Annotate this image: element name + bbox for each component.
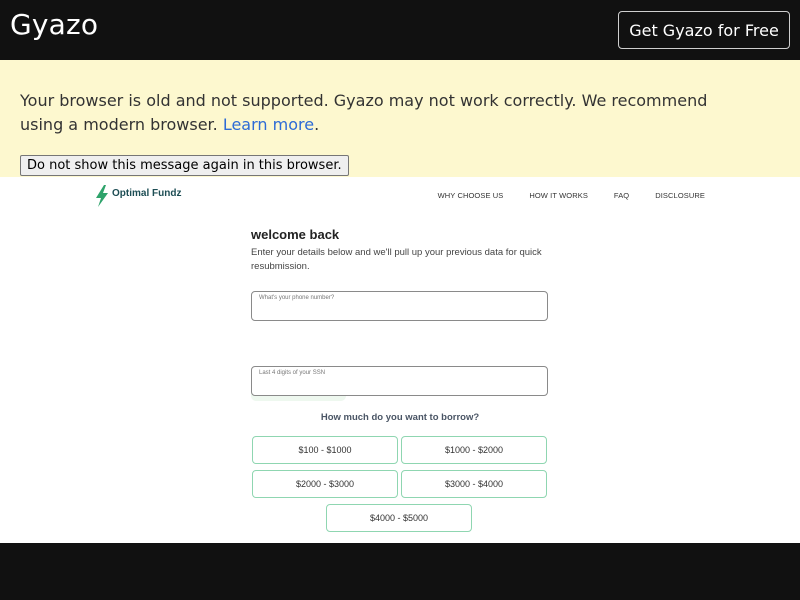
browser-warning-text: Your browser is old and not supported. G… <box>20 91 708 134</box>
gyazo-logo[interactable]: Gyazo <box>10 8 98 41</box>
amount-option-3000-4000: $3000 - $4000 <box>401 470 547 498</box>
ssn-placeholder: Last 4 digits of your SSN <box>259 370 326 376</box>
borrow-question: How much do you want to borrow? <box>320 412 480 423</box>
welcome-form: welcome back Enter your details below an… <box>251 227 549 532</box>
dismiss-warning-button[interactable]: Do not show this message again in this b… <box>20 155 349 176</box>
form-title: welcome back <box>251 227 340 242</box>
amount-option-2000-3000: $2000 - $3000 <box>252 470 398 498</box>
amount-option-1000-2000: $1000 - $2000 <box>401 436 547 464</box>
site-logo: Optimal Fundz <box>95 185 181 207</box>
warning-period: . <box>314 115 320 134</box>
ssn-field: Last 4 digits of your SSN <box>251 366 548 396</box>
form-subtitle: Enter your details below and we'll pull … <box>251 247 542 272</box>
phone-field: What's your phone number? <box>251 291 548 321</box>
nav-disclosure: DISCLOSURE <box>655 191 705 200</box>
screenshot-image: Optimal Fundz WHY CHOOSE US HOW IT WORKS… <box>0 177 800 543</box>
page-footer-area <box>0 543 800 600</box>
nav-faq: FAQ <box>613 191 630 200</box>
site-nav: WHY CHOOSE US HOW IT WORKS FAQ DISCLOSUR… <box>412 191 705 200</box>
site-name: Optimal Fundz <box>112 187 182 199</box>
nav-how-it-works: HOW IT WORKS <box>529 191 588 200</box>
browser-warning-message: Your browser is old and not supported. G… <box>20 89 740 137</box>
browser-warning-banner: Your browser is old and not supported. G… <box>0 60 800 177</box>
learn-more-link[interactable]: Learn more <box>223 115 314 134</box>
get-gyazo-button[interactable]: Get Gyazo for Free <box>618 11 790 49</box>
amount-option-100-1000: $100 - $1000 <box>252 436 398 464</box>
phone-placeholder: What's your phone number? <box>259 295 335 301</box>
amount-option-4000-5000: $4000 - $5000 <box>326 504 472 532</box>
lightning-bolt-icon <box>96 185 108 207</box>
gyazo-header: Gyazo Get Gyazo for Free <box>0 0 800 60</box>
nav-why-choose-us: WHY CHOOSE US <box>437 191 504 200</box>
